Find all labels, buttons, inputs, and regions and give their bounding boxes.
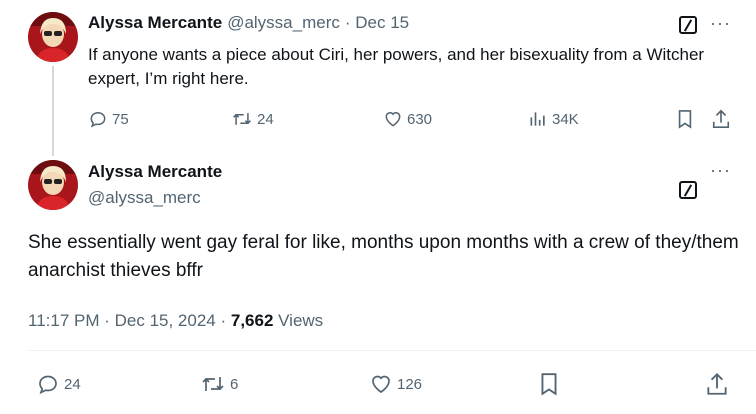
main-reply-button[interactable]: 24 (36, 372, 81, 396)
parent-bookmark-button[interactable] (676, 109, 694, 134)
parent-view-count: 34K (552, 110, 579, 128)
heart-icon (372, 375, 390, 394)
bookmark-icon (541, 373, 557, 396)
grok-icon[interactable] (679, 181, 697, 199)
main-views-count: 7,662 (230, 311, 274, 330)
main-tweet-text: She essentially went gay feral for like,… (28, 232, 739, 281)
main-like-count: 126 (397, 375, 423, 393)
parent-share-button[interactable] (711, 108, 731, 135)
parent-handle[interactable]: @alyssa_merc (227, 13, 340, 33)
parent-date[interactable]: · Dec 15 (345, 13, 409, 33)
main-timestamp[interactable]: 11:17 PM · Dec 15, 2024 · (28, 311, 231, 330)
more-icon[interactable]: ··· (710, 14, 731, 32)
more-icon[interactable]: ··· (710, 161, 731, 179)
main-handle[interactable]: @alyssa_merc (88, 188, 201, 208)
divider (28, 350, 756, 351)
parent-author-name[interactable]: Alyssa Mercante (88, 13, 222, 33)
bookmark-icon (678, 110, 692, 129)
thread-line (52, 66, 54, 156)
main-reply-count: 24 (64, 375, 81, 393)
parent-reply-count: 75 (112, 110, 129, 128)
parent-views-button[interactable]: 34K (528, 109, 579, 129)
parent-retweet-button[interactable]: 24 (231, 109, 274, 129)
parent-avatar[interactable] (28, 12, 78, 62)
main-retweet-count: 6 (230, 375, 239, 393)
main-avatar[interactable] (28, 160, 78, 210)
main-retweet-button[interactable]: 6 (200, 372, 238, 396)
share-icon (707, 372, 727, 395)
reply-icon (90, 111, 106, 128)
views-icon (530, 112, 545, 126)
main-like-button[interactable]: 126 (369, 372, 422, 396)
parent-like-button[interactable]: 630 (383, 109, 432, 129)
main-share-button[interactable] (705, 371, 729, 402)
parent-retweet-count: 24 (257, 110, 274, 128)
heart-icon (385, 112, 401, 127)
main-bookmark-button[interactable] (538, 372, 560, 401)
main-views-label: Views (273, 311, 324, 330)
retweet-icon (202, 377, 224, 391)
parent-header: Alyssa Mercante @alyssa_merc · Dec 15 (88, 13, 409, 33)
main-tweet-meta: 11:17 PM · Dec 15, 2024 · 7,662 Views (28, 311, 323, 331)
main-author-name[interactable]: Alyssa Mercante (88, 162, 222, 182)
parent-reply-button[interactable]: 75 (88, 109, 129, 129)
reply-icon (39, 375, 57, 395)
grok-icon[interactable] (679, 16, 697, 34)
share-icon (712, 109, 730, 128)
parent-tweet-text: If anyone wants a piece about Ciri, her … (88, 45, 705, 88)
parent-like-count: 630 (407, 110, 433, 128)
retweet-icon (232, 113, 252, 125)
